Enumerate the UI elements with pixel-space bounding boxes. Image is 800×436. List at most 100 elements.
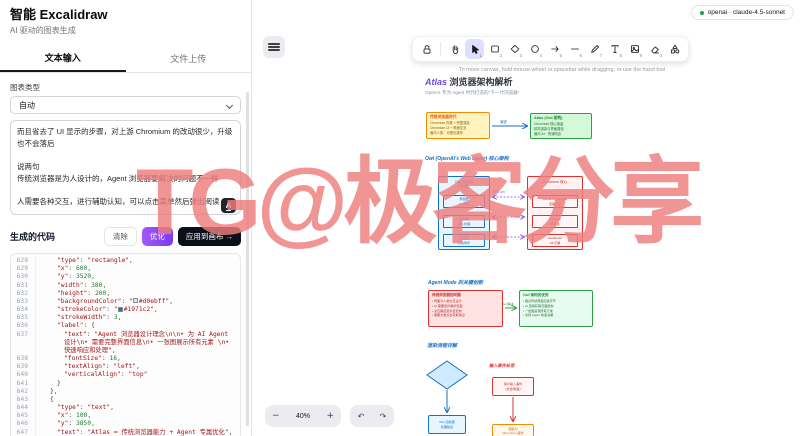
zoom-in-button[interactable]: + <box>326 411 334 421</box>
flow-section-label: 渲染流程详解 <box>427 343 458 349</box>
generated-code-title: 生成的代码 <box>10 232 56 242</box>
shape-legacy-browser-box[interactable]: 传统浏览器时代 Chromium 内核 + 完整渲染 Chromium UI +… <box>426 112 490 139</box>
zoom-controls: − 40% + <box>265 405 341 427</box>
sidebar-header: 智能 Excalidraw AI 驱动的图表生成 <box>0 0 251 38</box>
box-title: 传统浏览器的问题 <box>432 293 461 297</box>
shape-owl-layer-container[interactable]: Owl 渲染层 (新增) 界面层 UI 渲染 事件层 输入处理 输出层 状态同步 <box>438 176 490 250</box>
hand-tool[interactable] <box>445 39 464 59</box>
shape-chromium-core-container[interactable]: Chromium 核心 Rendering Engine 渲染引擎 Networ… <box>527 176 583 250</box>
ellipse-tool[interactable]: 4 <box>525 39 544 59</box>
agent-arrow-label: owl 解决 <box>502 302 514 306</box>
shape-advantage-box[interactable]: Owl 架构的优势 • 跳过传统界面渲染环节 • AI 直接获取页面结构 • 一… <box>519 290 593 327</box>
shape-flow-rect-convert[interactable]: 转换为 Chromium 事件 <box>492 424 534 436</box>
chart-type-select[interactable]: 自动 <box>10 96 241 114</box>
lock-tool[interactable] <box>417 39 436 59</box>
page-title: 智能 Excalidraw <box>10 7 108 22</box>
canvas-hint: To move canvas, hold mouse wheel or spac… <box>458 67 666 73</box>
format-text-button[interactable]: A <box>221 198 236 213</box>
page-subtitle: AI 驱动的图表生成 <box>10 26 76 35</box>
shape-chromium-subbox[interactable]: Network 网络栈 <box>532 215 578 228</box>
sidebar-scrollbar[interactable] <box>246 92 249 426</box>
shape-flow-rect-input[interactable]: 用户输入事件 (点击/键盘) <box>492 377 534 396</box>
diagram-subtitle: OpenAI 专为 Agent 时代打造的"下一代浏览器" <box>425 90 520 95</box>
more-shapes-tool[interactable] <box>665 39 684 59</box>
arrow-tool[interactable]: 5 <box>545 39 564 59</box>
code-lines: 628 "type": "rectangle", 629 "x": 600, 630 "y… <box>11 257 240 436</box>
draw-tool[interactable]: 7 <box>585 39 604 59</box>
diagram-arrows <box>426 0 800 436</box>
box-lines: Chromium 核心保留 精简渲染与界面路径 面向 AI：快速响应 <box>534 122 564 136</box>
shape-atlas-browser-box[interactable]: Atlas (Owl 架构) Chromium 核心保留 精简渲染与界面路径 面… <box>530 113 592 139</box>
prompt-input[interactable]: 而且省去了 UI 显示的步骤，对上游 Chromium 的改动很少，升级也不会落… <box>10 120 241 215</box>
box-title: Chromium 核心 <box>542 180 568 184</box>
agent-mode-section-label: Agent Mode 的关键创新 <box>428 280 483 286</box>
zoom-level[interactable]: 40% <box>296 413 310 420</box>
input-events-label: 输入事件处理 <box>489 363 515 368</box>
redo-button[interactable]: ↷ <box>380 412 387 421</box>
code-editor[interactable]: 628 "type": "rectangle", 629 "x": 600, 630 "y… <box>10 253 241 436</box>
text-tool[interactable]: 8 <box>605 39 624 59</box>
apply-to-canvas-button[interactable]: 应用到画布 → <box>177 227 241 246</box>
shape-flow-rect-owl[interactable]: Owl 渲染层 处理输出 <box>428 415 466 434</box>
eraser-tool[interactable]: 0 <box>645 39 664 59</box>
box-lines: • 跳过传统界面渲染环节 • AI 直接获取页面结构 • 一张图呈现所有元素 •… <box>523 299 556 318</box>
selection-tool[interactable]: 1 <box>465 39 484 59</box>
diamond-tool[interactable]: 3 <box>505 39 524 59</box>
shape-owl-subbox[interactable]: 事件层 输入处理 <box>443 215 485 228</box>
diagram-title: Atlas 浏览器架构解析 <box>425 75 513 88</box>
hand-icon <box>452 45 458 54</box>
tab-file-upload[interactable]: 文件上传 <box>125 44 251 72</box>
shortcut-key: 9 <box>639 53 642 58</box>
shortcut-key: 4 <box>539 53 542 58</box>
shortcut-key: 7 <box>599 53 602 58</box>
evolution-arrow-label: 演进 <box>500 120 507 124</box>
zoom-out-button[interactable]: − <box>272 411 280 421</box>
chevron-down-icon <box>225 101 234 110</box>
excalidraw-canvas[interactable]: openai · claude-4.5-sonnet 1 2 3 4 5 6 7… <box>252 0 800 436</box>
shape-flow-diamond-text: Chromium 渲染请求? <box>439 369 455 378</box>
owl-link-label: 调用 API <box>493 190 505 194</box>
shapes-icon <box>670 44 679 54</box>
box-lines: • 界面为人类交互设计 • AI 需要逐步解析页面 • 交互路径复杂且低效 • … <box>432 299 465 318</box>
owl-section-label: Owl (OpenAI's Web Layer) 核心架构 <box>425 156 509 162</box>
line-tool[interactable]: 6 <box>565 39 584 59</box>
shape-owl-subbox[interactable]: 输出层 状态同步 <box>443 234 485 247</box>
shortcut-key: 6 <box>579 53 582 58</box>
lock-icon <box>423 45 430 54</box>
shape-owl-subbox[interactable]: 界面层 UI 渲染 <box>443 195 485 208</box>
hamburger-icon <box>268 43 280 45</box>
clear-button[interactable]: 清除 <box>103 227 137 246</box>
shortcut-key: 1 <box>479 53 482 58</box>
hamburger-menu-button[interactable] <box>263 36 285 58</box>
shortcut-key: 8 <box>619 53 622 58</box>
shortcut-key: 5 <box>559 53 562 58</box>
tab-text-input[interactable]: 文本输入 <box>0 44 126 72</box>
model-badge-label: openai · claude-4.5-sonnet <box>707 9 785 16</box>
box-title: 传统浏览器时代 <box>430 115 457 119</box>
shortcut-key: 3 <box>519 53 522 58</box>
chart-type-label: 图表类型 <box>10 83 40 92</box>
history-controls: ↶ ↷ <box>350 405 394 427</box>
hamburger-icon-bar <box>268 49 280 51</box>
shape-chromium-subbox[interactable]: Rendering Engine 渲染引擎 <box>532 195 578 208</box>
shortcut-key: 2 <box>499 53 502 58</box>
undo-button[interactable]: ↶ <box>358 412 365 421</box>
model-badge: openai · claude-4.5-sonnet <box>690 5 794 20</box>
format-icon: A <box>225 201 232 211</box>
shape-problem-box[interactable]: 传统浏览器的问题 • 界面为人类交互设计 • AI 需要逐步解析页面 • 交互路… <box>428 290 503 327</box>
optimize-button[interactable]: 优化 <box>141 227 173 246</box>
prompt-wrap: 而且省去了 UI 显示的步骤，对上游 Chromium 的改动很少，升级也不会落… <box>10 120 241 220</box>
hamburger-icon-bar <box>268 46 280 48</box>
sidebar: 智能 Excalidraw AI 驱动的图表生成 文本输入 文件上传 图表类型 … <box>0 0 252 436</box>
chart-type-value: 自动 <box>19 100 35 110</box>
sidebar-body: 图表类型 自动 而且省去了 UI 显示的步骤，对上游 Chromium 的改动很… <box>0 73 251 436</box>
box-title: Atlas (Owl 架构) <box>534 116 563 120</box>
tool-toolbar: 1 2 3 4 5 6 7 8 9 0 <box>412 36 689 62</box>
shape-chromium-subbox[interactable]: JavaScript V8 引擎 <box>532 234 578 247</box>
rectangle-tool[interactable]: 2 <box>485 39 504 59</box>
tab-bar: 文本输入 文件上传 <box>0 44 251 73</box>
diagram-title-rest: 浏览器架构解析 <box>447 77 513 87</box>
box-title: Owl 渲染层 (新增) <box>455 180 473 189</box>
generated-code-header: 生成的代码 清除 优化 应用到画布 → <box>10 227 241 246</box>
image-tool[interactable]: 9 <box>625 39 644 59</box>
